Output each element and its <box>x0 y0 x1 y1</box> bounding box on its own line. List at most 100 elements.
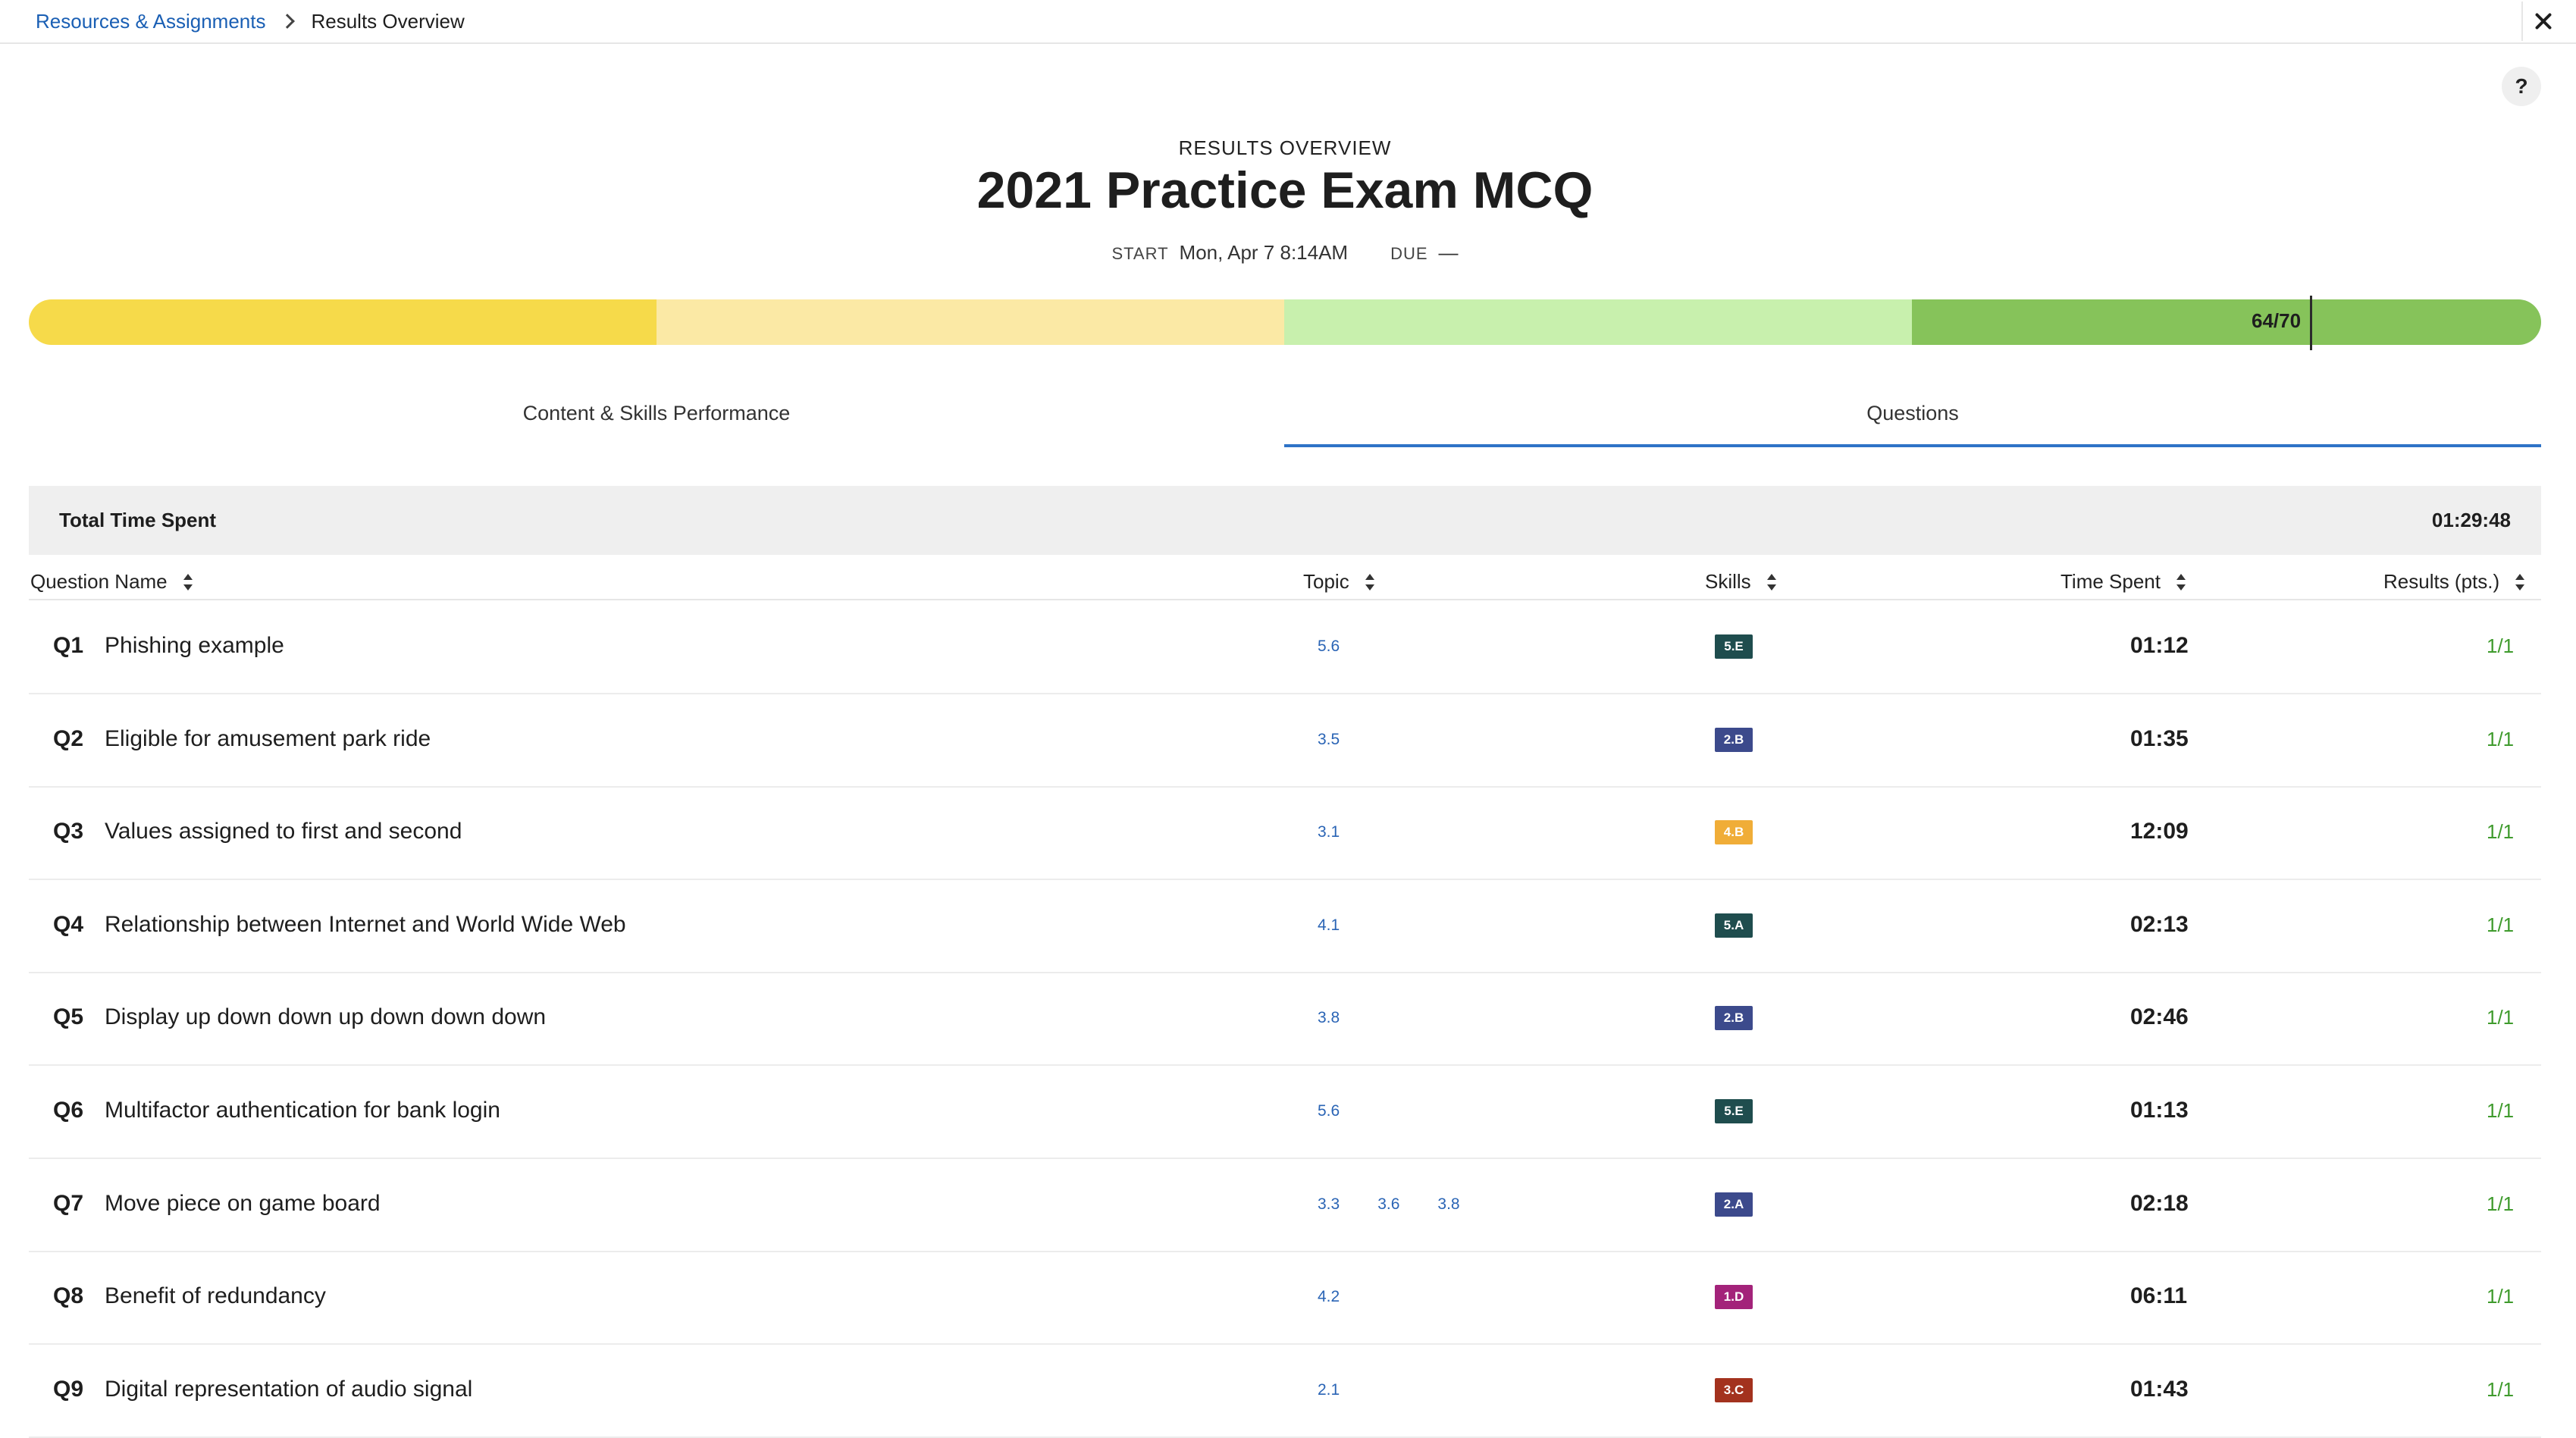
page-title: 2021 Practice Exam MCQ <box>976 161 1594 219</box>
skill-badge[interactable]: 2.B <box>1715 1006 1753 1030</box>
total-time-label: Total Time Spent <box>59 509 217 531</box>
topic-link[interactable]: 3.6 <box>1377 1195 1399 1214</box>
time-spent: 02:46 <box>2130 1004 2189 1029</box>
topic-link[interactable]: 3.3 <box>1318 1195 1340 1214</box>
score-band-4 <box>1912 299 2541 345</box>
topic-link[interactable]: 3.1 <box>1318 823 1340 841</box>
help-button[interactable]: ? <box>2502 67 2541 106</box>
topic-list: 2.1 <box>1318 1381 1377 1399</box>
topic-list: 3.5 <box>1318 731 1377 749</box>
tab-content-skills[interactable]: Content & Skills Performance <box>29 385 1284 447</box>
topic-link[interactable]: 5.6 <box>1318 1102 1340 1120</box>
skill-badge[interactable]: 5.E <box>1715 1099 1753 1123</box>
table-row[interactable]: Q6 Multifactor authentication for bank lo… <box>29 1066 2541 1159</box>
tab-questions[interactable]: Questions <box>1284 385 2541 447</box>
top-bar: Resources & Assignments Results Overview <box>0 0 2576 44</box>
column-label: Question Name <box>30 570 168 593</box>
table-row[interactable]: Q3 Values assigned to first and second 3.1… <box>29 787 2541 880</box>
breadcrumb-current: Results Overview <box>311 9 465 33</box>
result-points: 1/1 <box>2487 634 2515 657</box>
question-number: Q7 <box>53 1191 84 1216</box>
question-name: Relationship between Internet and World … <box>105 912 626 937</box>
result-points: 1/1 <box>2487 1099 2515 1122</box>
total-time-value: 01:29:48 <box>2431 509 2511 531</box>
skill-badge[interactable]: 5.E <box>1715 634 1753 659</box>
sort-icon[interactable] <box>2176 573 2186 591</box>
result-points: 1/1 <box>2487 913 2515 936</box>
question-name: Digital representation of audio signal <box>105 1377 473 1402</box>
topic-link[interactable]: 4.2 <box>1318 1288 1340 1306</box>
result-points: 1/1 <box>2487 728 2515 750</box>
column-header-topic[interactable]: Topic <box>1303 570 1375 594</box>
table-row[interactable]: Q2 Eligible for amusement park ride 3.5 2.B… <box>29 694 2541 788</box>
table-row[interactable]: Q1 Phishing example 5.6 5.E 01:12 1/1 <box>29 601 2541 694</box>
time-spent: 02:18 <box>2130 1191 2189 1216</box>
score-label: 64/70 <box>2252 309 2302 332</box>
total-time-row: Total Time Spent 01:29:48 <box>29 486 2541 555</box>
due-date: — <box>1438 241 1459 264</box>
skill-badge[interactable]: 2.A <box>1715 1192 1753 1217</box>
topic-link[interactable]: 3.8 <box>1318 1009 1340 1027</box>
result-points: 1/1 <box>2487 1192 2515 1215</box>
column-header-question-name[interactable]: Question Name <box>30 570 193 594</box>
table-row[interactable]: Q9 Digital representation of audio signal… <box>29 1345 2541 1438</box>
skill-badge[interactable]: 5.A <box>1715 913 1753 938</box>
column-header-results[interactable]: Results (pts.) <box>2383 570 2525 594</box>
time-spent: 01:12 <box>2130 633 2189 658</box>
column-label: Skills <box>1705 570 1751 593</box>
column-header-time-spent[interactable]: Time Spent <box>2060 570 2186 594</box>
result-points: 1/1 <box>2487 1378 2515 1401</box>
topic-list: 3.1 <box>1318 823 1377 841</box>
score-progress-bar <box>29 299 2541 345</box>
chevron-right-icon <box>280 14 296 29</box>
topic-list: 5.6 <box>1318 1102 1377 1120</box>
time-spent: 01:35 <box>2130 726 2189 751</box>
result-points: 1/1 <box>2487 820 2515 843</box>
topic-list: 3.3 3.6 3.8 <box>1318 1195 1498 1214</box>
table-row[interactable]: Q5 Display up down down up down down down… <box>29 973 2541 1066</box>
score-band-3 <box>1284 299 1912 345</box>
skill-badge[interactable]: 2.B <box>1715 728 1753 752</box>
topic-link[interactable]: 5.6 <box>1318 638 1340 656</box>
topic-list: 3.8 <box>1318 1009 1377 1027</box>
topic-link[interactable]: 3.5 <box>1318 731 1340 749</box>
question-name: Benefit of redundancy <box>105 1283 326 1308</box>
sort-icon[interactable] <box>1365 573 1375 591</box>
result-points: 1/1 <box>2487 1285 2515 1308</box>
column-header-skills[interactable]: Skills <box>1705 570 1777 594</box>
table-row[interactable]: Q8 Benefit of redundancy 4.2 1.D 06:11 1/1 <box>29 1252 2541 1345</box>
table-row[interactable]: Q4 Relationship between Internet and Worl… <box>29 880 2541 973</box>
page-overline: RESULTS OVERVIEW <box>1178 136 1392 159</box>
question-name: Display up down down up down down down <box>105 1004 547 1029</box>
topic-link[interactable]: 3.8 <box>1437 1195 1459 1214</box>
score-marker <box>2310 296 2312 350</box>
sort-icon[interactable] <box>1766 573 1777 591</box>
assignment-dates: START Mon, Apr 7 8:14AM DUE — <box>0 241 2570 265</box>
sort-icon[interactable] <box>2515 573 2525 591</box>
score-band-1 <box>29 299 657 345</box>
question-number: Q5 <box>53 1004 84 1029</box>
topic-link[interactable]: 2.1 <box>1318 1381 1340 1399</box>
start-label: START <box>1111 244 1169 263</box>
column-label: Topic <box>1303 570 1349 593</box>
table-header: Question Name Topic Skills Time Spent Re… <box>29 565 2541 600</box>
topic-list: 5.6 <box>1318 638 1377 656</box>
score-band-2 <box>657 299 1284 345</box>
skill-badge[interactable]: 3.C <box>1715 1378 1753 1402</box>
question-name: Multifactor authentication for bank logi… <box>105 1098 500 1123</box>
breadcrumb-link-resources[interactable]: Resources & Assignments <box>36 10 265 33</box>
skill-badge[interactable]: 1.D <box>1715 1285 1753 1309</box>
time-spent: 06:11 <box>2130 1283 2188 1308</box>
question-number: Q3 <box>53 819 84 844</box>
time-spent: 02:13 <box>2130 912 2189 937</box>
time-spent: 01:43 <box>2130 1377 2189 1402</box>
topic-link[interactable]: 4.1 <box>1318 916 1340 935</box>
question-number: Q8 <box>53 1283 84 1308</box>
question-number: Q4 <box>53 912 84 937</box>
result-points: 1/1 <box>2487 1006 2515 1029</box>
sort-icon[interactable] <box>183 573 193 591</box>
close-icon[interactable] <box>2521 2 2561 41</box>
table-row[interactable]: Q7 Move piece on game board 3.3 3.6 3.8 2.A 02… <box>29 1159 2541 1252</box>
skill-badge[interactable]: 4.B <box>1715 820 1753 844</box>
breadcrumb: Resources & Assignments Results Overview <box>36 9 465 33</box>
